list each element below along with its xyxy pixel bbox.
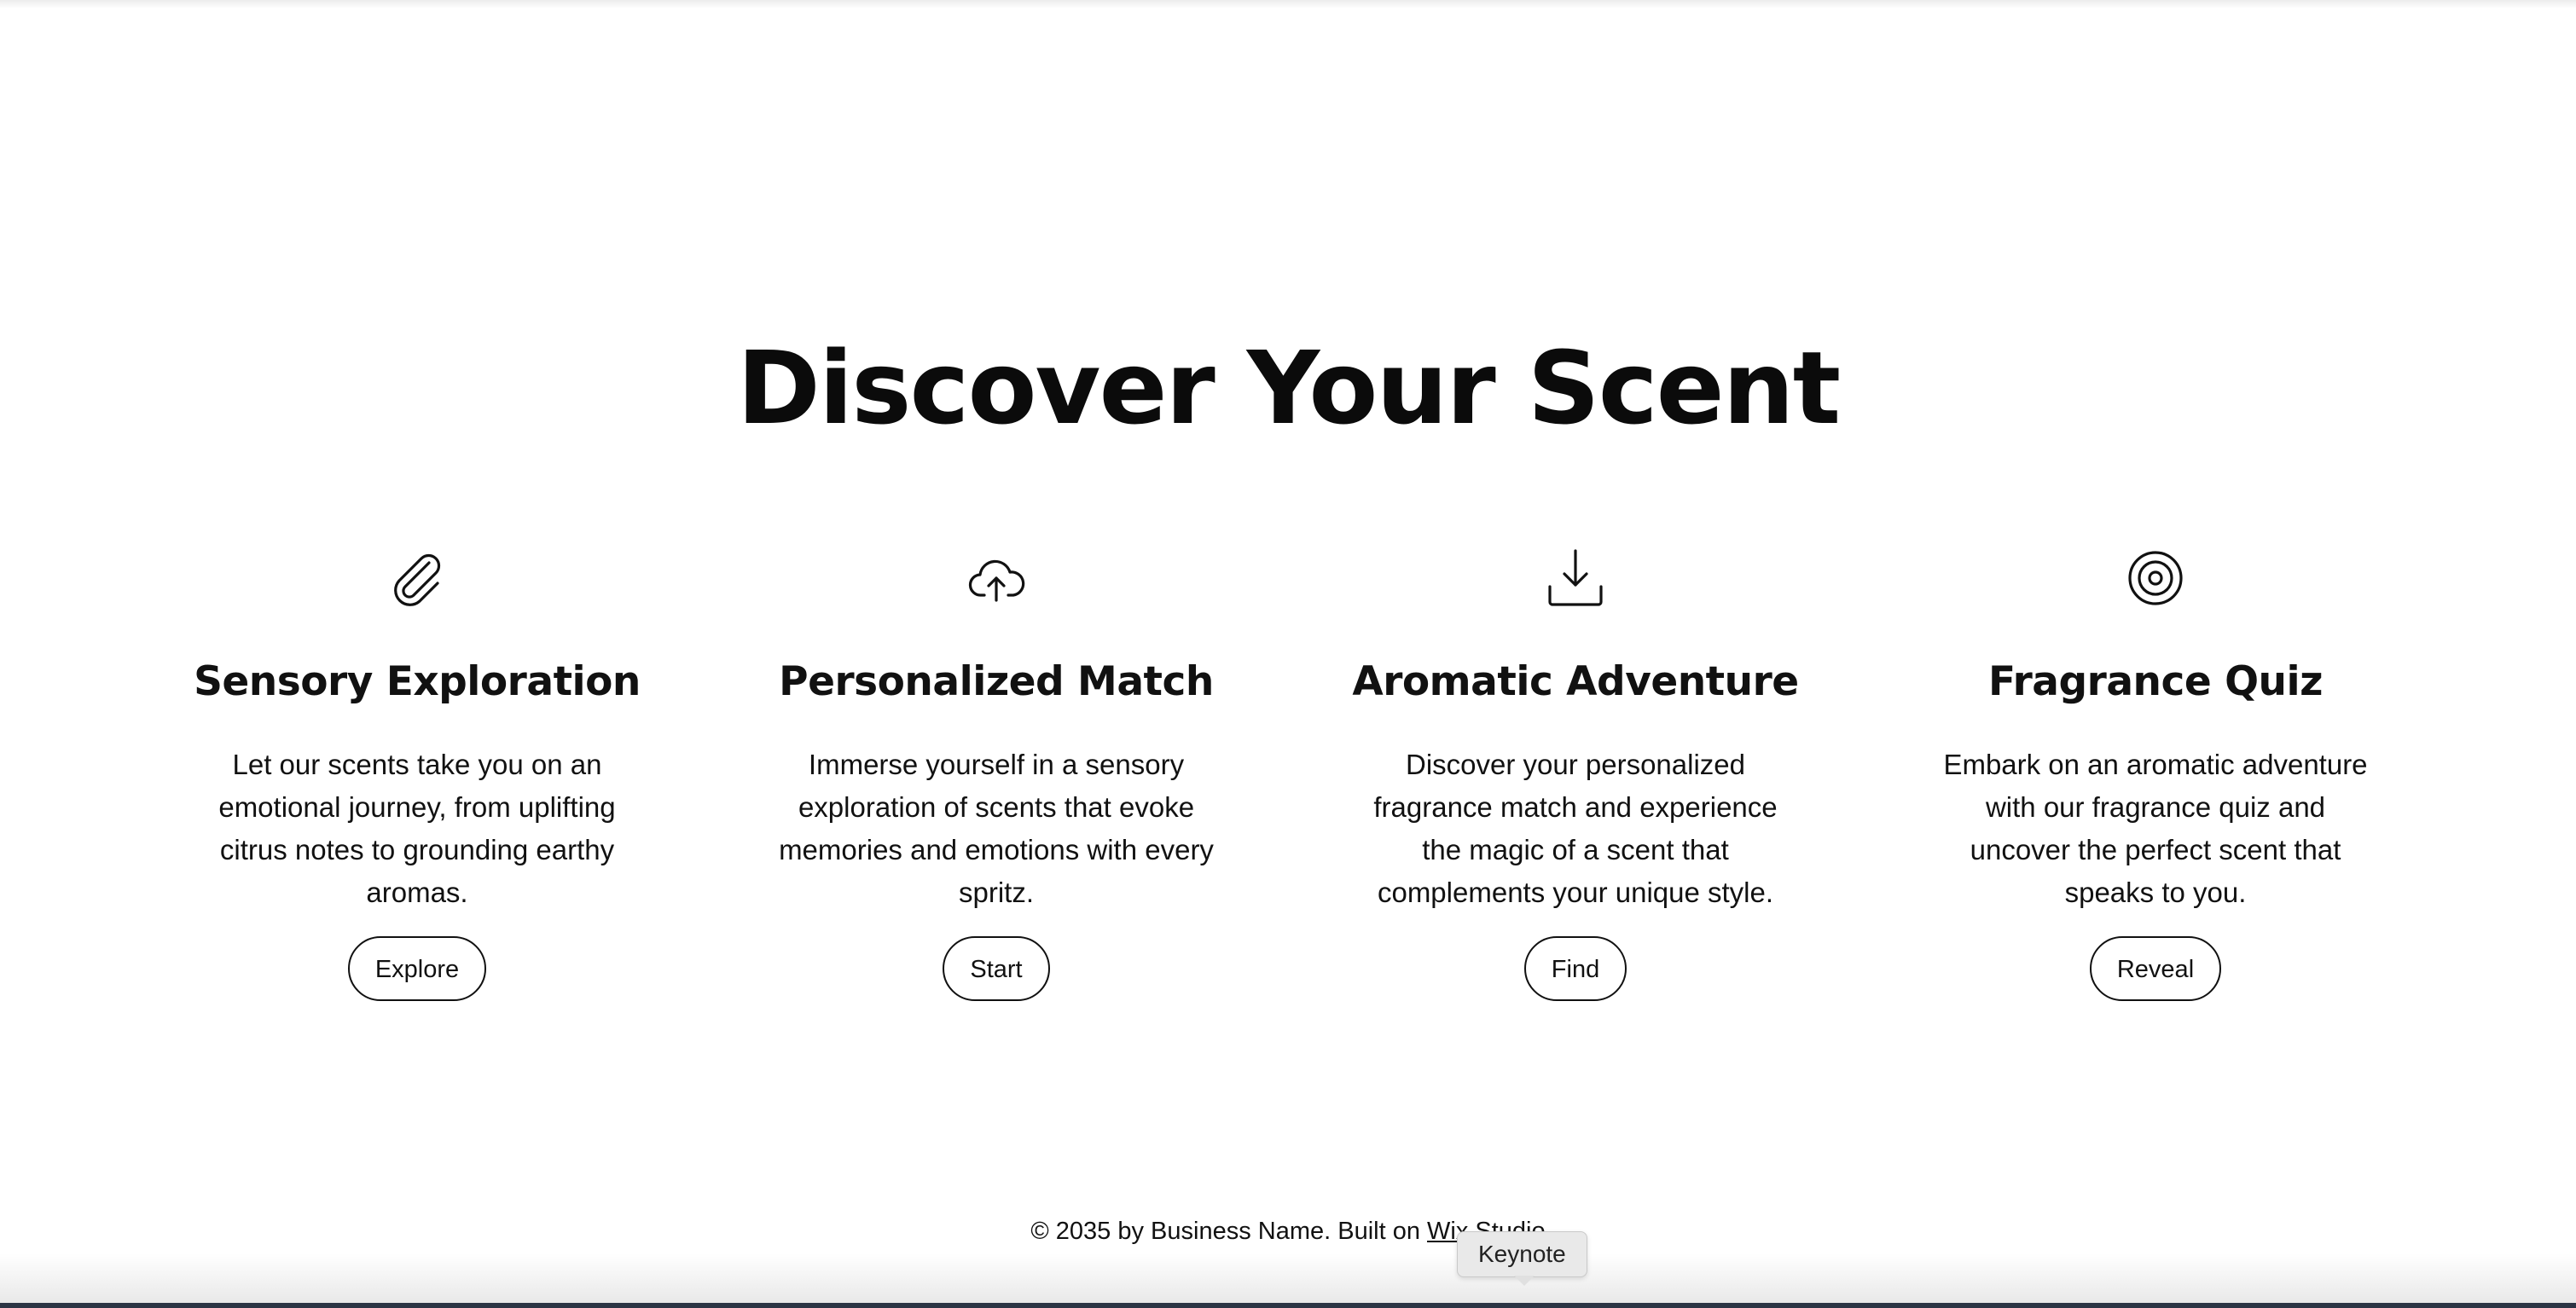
target-icon bbox=[2123, 546, 2188, 611]
download-icon bbox=[1543, 546, 1608, 611]
card-title: Fragrance Quiz bbox=[1988, 658, 2323, 705]
dock-tooltip: Keynote bbox=[1457, 1231, 1587, 1277]
card-title: Sensory Exploration bbox=[194, 658, 641, 705]
start-button[interactable]: Start bbox=[943, 936, 1050, 1001]
card-description: Embark on an aromatic adventure with our… bbox=[1943, 749, 2368, 908]
dock-edge bbox=[0, 1303, 2576, 1308]
card-description: Discover your personalized fragrance mat… bbox=[1373, 749, 1778, 908]
cloud-upload-icon bbox=[964, 546, 1029, 611]
explore-button[interactable]: Explore bbox=[347, 936, 487, 1001]
paperclip-icon bbox=[385, 546, 450, 611]
tooltip-arrow bbox=[1514, 1276, 1535, 1286]
card-title: Aromatic Adventure bbox=[1352, 658, 1799, 705]
card-title: Personalized Match bbox=[779, 658, 1214, 705]
dock-backdrop bbox=[0, 1253, 2576, 1308]
feature-card-personalized-match: Personalized Match Immerse yourself in a… bbox=[732, 546, 1261, 1001]
find-button[interactable]: Find bbox=[1523, 936, 1627, 1001]
page-section: Discover Your Scent Sensory Exploration … bbox=[0, 0, 2576, 1308]
feature-card-sensory-exploration: Sensory Exploration Let our scents take … bbox=[153, 546, 682, 1001]
feature-card-fragrance-quiz: Fragrance Quiz Embark on an aromatic adv… bbox=[1891, 546, 2420, 1001]
footer-copyright: © 2035 by Business Name. Built on Wix St… bbox=[0, 1211, 2576, 1252]
card-description: Immerse yourself in a sensory exploratio… bbox=[779, 749, 1214, 908]
reveal-button[interactable]: Reveal bbox=[2089, 936, 2222, 1001]
card-description: Let our scents take you on an emotional … bbox=[218, 749, 616, 908]
feature-card-aromatic-adventure: Aromatic Adventure Discover your persona… bbox=[1311, 546, 1840, 1001]
section-heading: Discover Your Scent bbox=[736, 329, 1841, 447]
footer-text: © 2035 by Business Name. Built on bbox=[1030, 1218, 1428, 1245]
